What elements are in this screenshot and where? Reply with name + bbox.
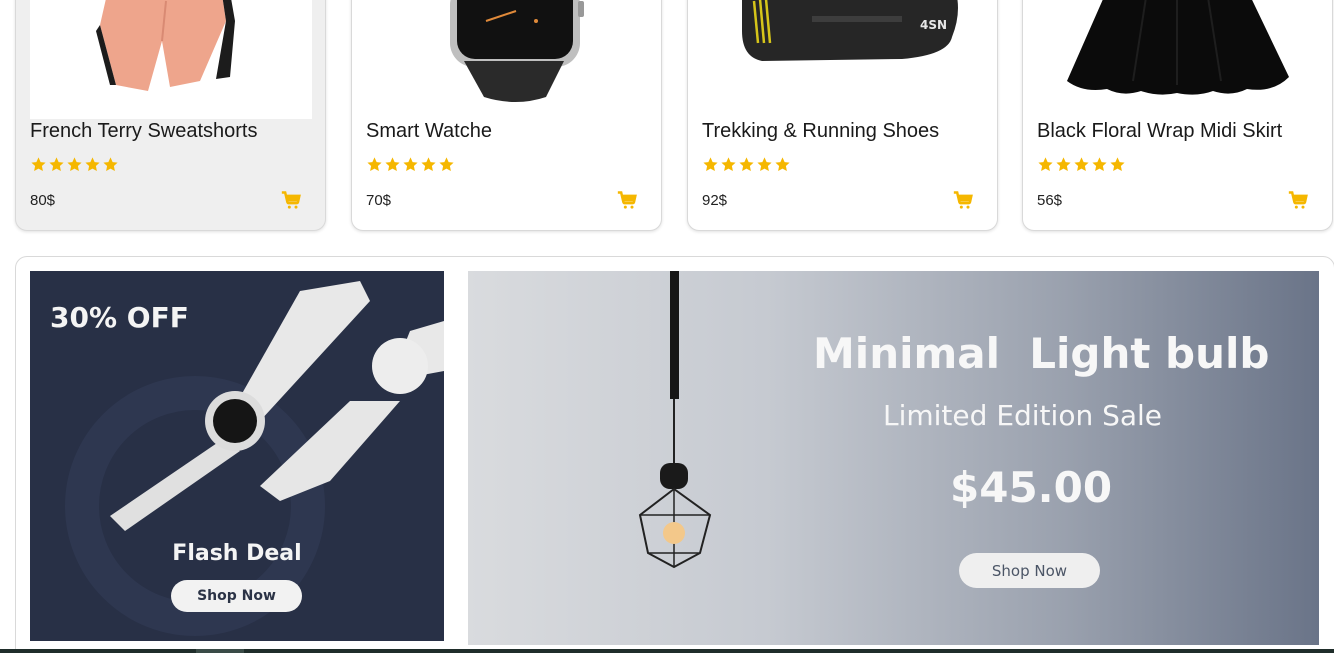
- star-icon: [775, 157, 790, 172]
- star-icon: [385, 157, 400, 172]
- product-price: 92$: [702, 192, 728, 209]
- product-card[interactable]: 4SN Trekking & Running Shoes 92$: [687, 0, 998, 231]
- star-icon: [1074, 157, 1089, 172]
- pendant-lamp-image: [638, 271, 712, 569]
- product-card[interactable]: Smart Watche 70$: [351, 0, 662, 231]
- flash-deal-title: Flash Deal: [172, 541, 302, 566]
- star-icon: [421, 157, 436, 172]
- product-title[interactable]: Smart Watche: [366, 120, 492, 143]
- product-title[interactable]: French Terry Sweatshorts: [30, 120, 258, 143]
- svg-text:4SN: 4SN: [920, 18, 947, 32]
- star-icon: [367, 157, 382, 172]
- light-bulb-banner[interactable]: Minimal Light bulb Limited Edition Sale …: [468, 271, 1319, 645]
- flash-deal-banner[interactable]: 30% OFF Flash Deal Shop Now: [30, 271, 444, 641]
- light-banner-price: $45.00: [950, 463, 1113, 512]
- light-shop-now-button[interactable]: Shop Now: [959, 553, 1100, 588]
- product-image-skirt[interactable]: [1037, 0, 1319, 119]
- product-image-shoe[interactable]: 4SN: [702, 0, 984, 119]
- star-icon: [1092, 157, 1107, 172]
- product-card[interactable]: Black Floral Wrap Midi Skirt 56$: [1022, 0, 1333, 231]
- rating-stars: [30, 156, 119, 174]
- add-to-cart-icon[interactable]: [1288, 190, 1308, 210]
- star-icon: [103, 157, 118, 172]
- star-icon: [739, 157, 754, 172]
- product-image-watch[interactable]: [366, 0, 648, 119]
- light-banner-subtitle: Limited Edition Sale: [883, 399, 1163, 432]
- bottom-bar-tab[interactable]: [196, 649, 244, 653]
- rating-stars: [366, 156, 455, 174]
- star-icon: [67, 157, 82, 172]
- product-price: 80$: [30, 192, 56, 209]
- product-image-shorts[interactable]: [30, 0, 312, 119]
- product-title[interactable]: Black Floral Wrap Midi Skirt: [1037, 120, 1282, 143]
- flash-shop-now-button[interactable]: Shop Now: [171, 580, 302, 612]
- star-icon: [1110, 157, 1125, 172]
- rating-stars: [1037, 156, 1126, 174]
- star-icon: [1038, 157, 1053, 172]
- bottom-bar: [0, 649, 1334, 653]
- add-to-cart-icon[interactable]: [617, 190, 637, 210]
- rating-stars: [702, 156, 791, 174]
- star-icon: [403, 157, 418, 172]
- add-to-cart-icon[interactable]: [281, 190, 301, 210]
- star-icon: [85, 157, 100, 172]
- star-icon: [49, 157, 64, 172]
- light-banner-title: Minimal Light bulb: [813, 329, 1270, 378]
- star-icon: [757, 157, 772, 172]
- add-to-cart-icon[interactable]: [953, 190, 973, 210]
- product-title[interactable]: Trekking & Running Shoes: [702, 120, 939, 143]
- star-icon: [721, 157, 736, 172]
- star-icon: [439, 157, 454, 172]
- product-price: 70$: [366, 192, 392, 209]
- star-icon: [703, 157, 718, 172]
- star-icon: [1056, 157, 1071, 172]
- star-icon: [31, 157, 46, 172]
- product-price: 56$: [1037, 192, 1063, 209]
- product-card[interactable]: French Terry Sweatshorts 80$: [15, 0, 326, 231]
- discount-text: 30% OFF: [50, 301, 189, 334]
